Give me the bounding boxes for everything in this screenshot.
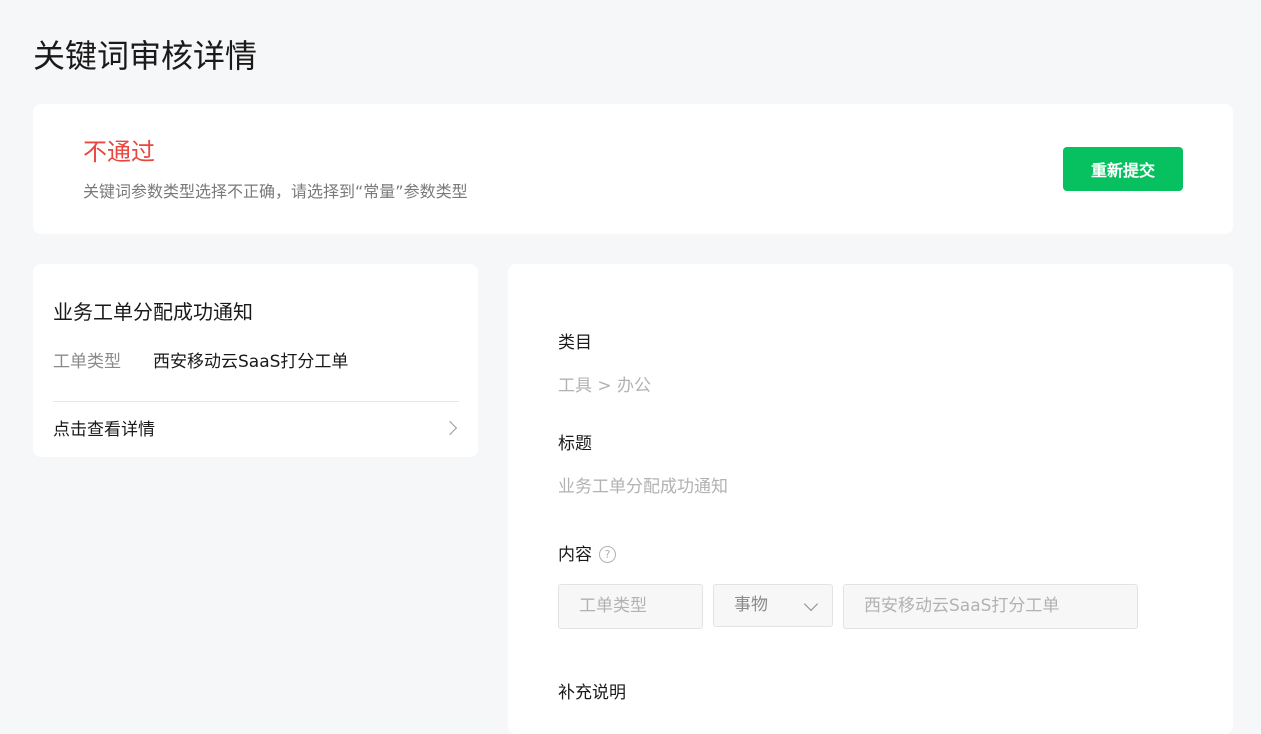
rejection-reason: 关键词参数类型选择不正确，请选择到“常量”参数类型 [83,182,468,201]
help-circle-icon[interactable]: ? [599,546,616,563]
category-value: 工具 > 办公 [558,376,652,396]
preview-field-value: 西安移动云SaaS打分工单 [153,352,349,372]
chevron-right-icon [442,420,458,436]
keyword-name-field: 工单类型 [558,584,703,629]
preview-divider [53,401,459,402]
view-details-link[interactable]: 点击查看详情 [53,417,459,443]
note-label: 补充说明 [558,683,626,703]
keyword-example-field: 西安移动云SaaS打分工单 [843,584,1138,629]
message-preview-card: 业务工单分配成功通知 工单类型 西安移动云SaaS打分工单 点击查看详情 [33,264,478,457]
chevron-down-icon [803,596,819,612]
title-value: 业务工单分配成功通知 [558,477,728,497]
view-details-label: 点击查看详情 [53,420,155,440]
keyword-type-value: 事物 [734,595,768,615]
resubmit-button[interactable]: 重新提交 [1063,147,1183,191]
preview-title: 业务工单分配成功通知 [53,300,253,324]
content-label: 内容 [558,545,592,565]
title-label: 标题 [558,434,592,454]
status-title: 不通过 [83,138,155,166]
preview-field-label: 工单类型 [53,352,121,372]
category-label: 类目 [558,333,592,353]
keyword-type-select: 事物 [713,584,833,627]
page-title: 关键词审核详情 [33,37,258,75]
template-detail-card: 类目 工具 > 办公 标题 业务工单分配成功通知 内容 ? 工单类型 事物 西安… [508,264,1233,734]
review-status-card: 不通过 关键词参数类型选择不正确，请选择到“常量”参数类型 重新提交 [33,104,1233,234]
